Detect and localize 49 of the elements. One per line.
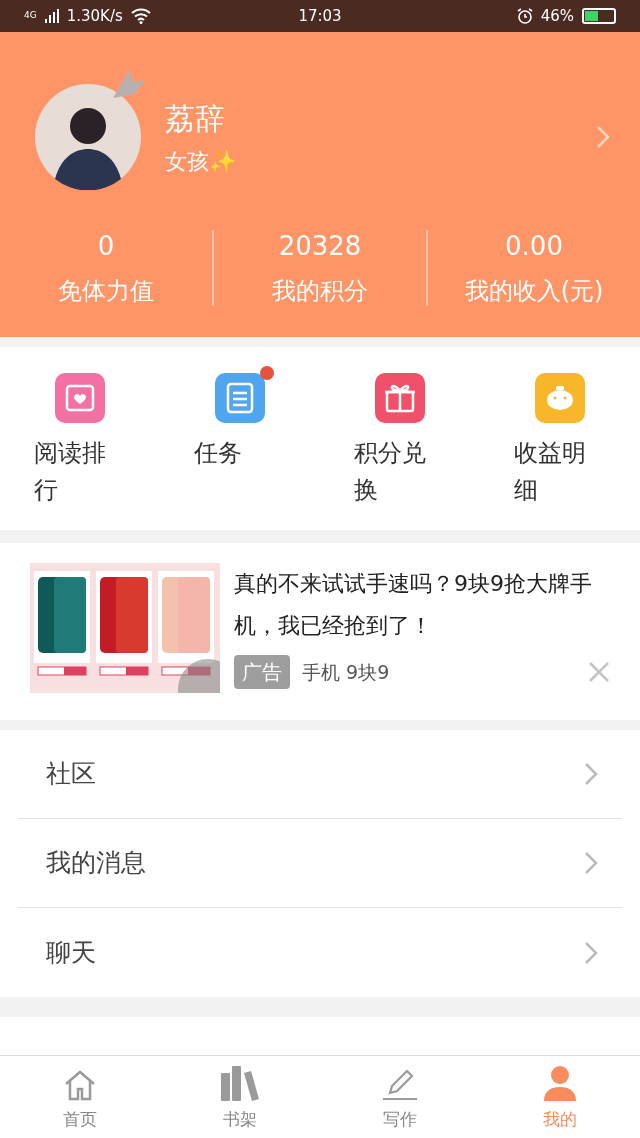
menu-label: 聊天 xyxy=(46,936,97,969)
stat-label: 我的积分 xyxy=(272,276,368,306)
user-name: 荔辞 xyxy=(165,100,226,138)
wifi-icon xyxy=(130,8,151,24)
home-icon xyxy=(63,1068,97,1101)
chevron-right-icon xyxy=(584,940,598,965)
stat-label: 我的收入(元) xyxy=(464,276,604,306)
stat-value: 20328 xyxy=(278,230,362,262)
person-icon xyxy=(543,1064,577,1101)
clipboard-icon xyxy=(215,373,265,423)
shortcut-label: 收益明细 xyxy=(514,438,587,506)
battery-percent: 46% xyxy=(540,5,574,27)
profile-chevron-icon xyxy=(596,125,610,149)
menu-row[interactable]: 聊天 xyxy=(18,908,622,997)
close-icon[interactable] xyxy=(588,661,610,683)
shortcut-item[interactable]: 阅读排行 xyxy=(0,361,160,530)
ad-tag: 广告 xyxy=(234,655,290,689)
user-title: 女孩✨ xyxy=(165,148,237,176)
chevron-right-icon xyxy=(584,762,598,786)
stat-value: 0 xyxy=(97,230,115,262)
menu-row[interactable]: 我的消息 xyxy=(18,819,622,908)
menu-row[interactable]: 社区 xyxy=(18,730,622,819)
shortcut-item[interactable]: 积分兑换 xyxy=(320,361,480,530)
alarm-icon xyxy=(516,8,533,24)
signal-icon xyxy=(44,9,59,23)
network-speed: 1.30K/s xyxy=(66,5,123,27)
tab-item[interactable]: 写作 xyxy=(320,1056,480,1138)
clock-time: 17:03 xyxy=(297,5,343,27)
shortcut-item[interactable]: 任务 xyxy=(160,361,320,530)
network-label: 4G xyxy=(24,9,37,23)
books-icon xyxy=(220,1064,260,1101)
shortcut-item[interactable]: 收益明细 xyxy=(480,361,640,530)
menu-label: 社区 xyxy=(46,758,97,791)
tab-item[interactable]: 书架 xyxy=(160,1056,320,1138)
gift-icon xyxy=(375,373,425,423)
tab-item[interactable]: 首页 xyxy=(0,1056,160,1138)
ad-headline[interactable]: 真的不来试试手速吗？9块9抢大牌手机，我已经抢到了！ xyxy=(234,563,610,647)
shortcut-label: 阅读排行 xyxy=(34,438,107,506)
menu-label: 我的消息 xyxy=(46,847,147,880)
battery-icon xyxy=(582,8,616,24)
shortcut-label: 积分兑换 xyxy=(354,438,427,506)
shortcut-label: 任务 xyxy=(194,438,243,469)
chevron-right-icon xyxy=(584,851,598,875)
stat-value: 0.00 xyxy=(505,230,563,262)
avatar[interactable] xyxy=(35,84,141,190)
piggy-bank-icon xyxy=(535,373,585,423)
heart-envelope-icon xyxy=(55,373,105,423)
ad-source: 手机 9块9 xyxy=(302,659,391,685)
stat-label: 免体力值 xyxy=(58,276,154,306)
